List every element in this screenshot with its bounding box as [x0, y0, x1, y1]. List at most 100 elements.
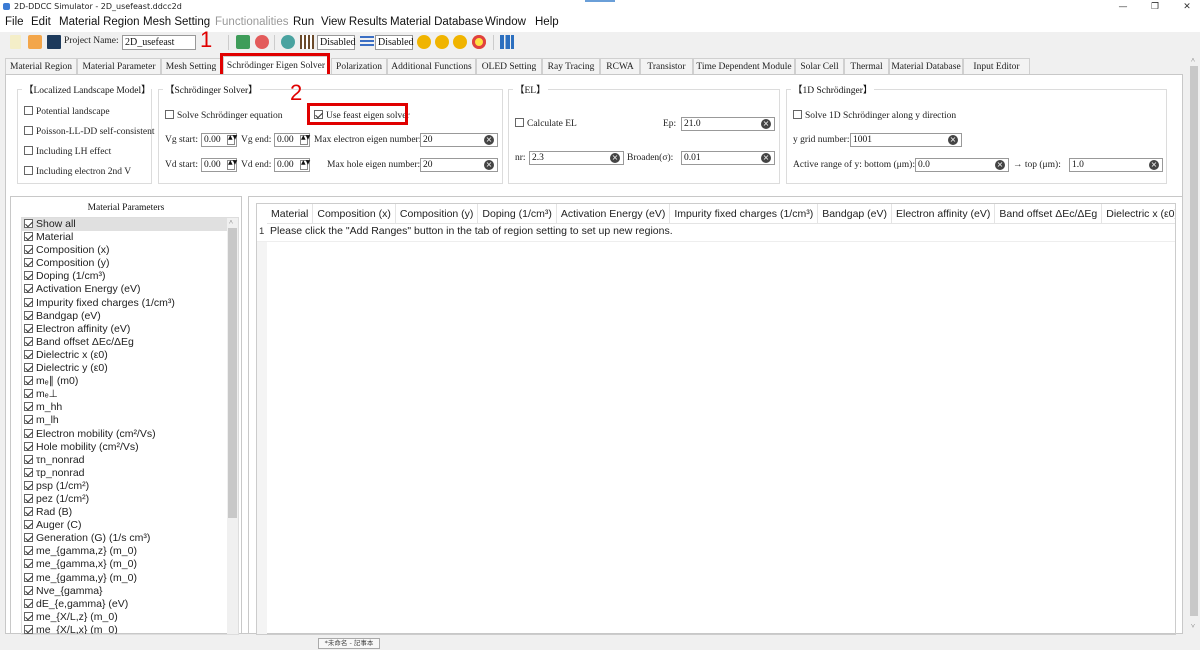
material-parameter-item[interactable]: Composition (y) — [22, 257, 238, 270]
column-header[interactable]: Bandgap (eV) — [818, 204, 892, 224]
dropdown-disabled-2[interactable]: Disabled — [375, 35, 414, 50]
checkbox-icon[interactable] — [165, 110, 174, 119]
column-header[interactable]: Electron affinity (eV) — [892, 204, 996, 224]
clear-icon[interactable]: × — [761, 119, 771, 129]
refresh-icon[interactable] — [255, 35, 269, 49]
checkbox-checked-icon[interactable] — [24, 441, 33, 451]
poisson-ll-dd-checkbox[interactable]: Poisson-LL-DD self-consistent — [24, 126, 154, 137]
menu-run[interactable]: Run — [293, 16, 314, 28]
scrollbar-thumb[interactable] — [228, 228, 237, 518]
material-parameter-item[interactable]: Generation (G) (1/s cm³) — [22, 532, 238, 545]
bottom-input[interactable]: 0.0 × — [915, 158, 1009, 172]
checkbox-checked-icon[interactable] — [24, 480, 33, 490]
checkbox-checked-icon[interactable] — [24, 624, 33, 634]
material-parameter-item[interactable]: Doping (1/cm³) — [22, 270, 238, 283]
checkbox-checked-icon[interactable] — [24, 428, 33, 438]
material-parameter-item[interactable]: Nve_{gamma} — [22, 585, 238, 598]
material-parameter-item[interactable]: Impurity fixed charges (1/cm³) — [22, 297, 238, 310]
column-header[interactable]: Composition (y) — [396, 204, 479, 224]
checkbox-checked-icon[interactable] — [24, 336, 33, 346]
menu-view-results[interactable]: View Results — [321, 16, 387, 28]
run-icon[interactable] — [417, 35, 431, 49]
material-parameter-item[interactable]: Electron affinity (eV) — [22, 323, 238, 336]
column-header[interactable]: Band offset ΔEc/ΔEg — [995, 204, 1103, 224]
checkbox-icon[interactable] — [24, 106, 33, 115]
material-parameter-item[interactable]: Auger (C) — [22, 519, 238, 532]
signal-chart-icon[interactable] — [500, 35, 514, 49]
material-parameter-item[interactable]: me_{gamma,x} (m_0) — [22, 558, 238, 571]
material-parameter-item[interactable]: τp_nonrad — [22, 467, 238, 480]
checkbox-checked-icon[interactable] — [24, 284, 33, 294]
checkbox-checked-icon[interactable] — [24, 415, 33, 425]
clear-icon[interactable]: × — [484, 160, 494, 170]
calculate-el-checkbox[interactable]: Calculate EL — [515, 118, 577, 129]
material-parameter-item[interactable]: me_{gamma,z} (m_0) — [22, 545, 238, 558]
vg-end-spinbox[interactable]: 0.00 ▲▼ — [274, 133, 310, 147]
material-parameter-item[interactable]: me_{X/L,z} (m_0) — [22, 611, 238, 624]
column-header[interactable]: Impurity fixed charges (1/cm³) — [670, 204, 819, 224]
checkbox-icon[interactable] — [24, 166, 33, 175]
checkbox-checked-icon[interactable] — [24, 611, 33, 621]
checkbox-checked-icon[interactable] — [24, 559, 33, 569]
checkbox-icon[interactable] — [793, 110, 802, 119]
column-header[interactable]: Composition (x) — [313, 204, 396, 224]
material-parameter-item[interactable]: Composition (x) — [22, 244, 238, 257]
checkbox-checked-icon[interactable] — [24, 402, 33, 412]
tab-input-editor[interactable]: Input Editor — [963, 58, 1030, 74]
max-hole-input[interactable]: 20 × — [420, 158, 498, 172]
vd-start-spinbox[interactable]: 0.00 ▲▼ — [201, 158, 237, 172]
run-batch-icon[interactable] — [453, 35, 467, 49]
spin-arrows-icon[interactable]: ▲▼ — [227, 160, 237, 170]
checkbox-checked-icon[interactable] — [24, 572, 33, 582]
clear-icon[interactable]: × — [948, 135, 958, 145]
spin-arrows-icon[interactable]: ▲▼ — [300, 160, 310, 170]
checkbox-checked-icon[interactable] — [24, 349, 33, 359]
tab-time-dependent-module[interactable]: Time Dependent Module — [693, 58, 795, 74]
tab-mesh-setting[interactable]: Mesh Setting — [161, 58, 221, 74]
clear-icon[interactable]: × — [484, 135, 494, 145]
tab-thermal[interactable]: Thermal — [844, 58, 889, 74]
open-folder-icon[interactable] — [28, 35, 42, 49]
clear-icon[interactable]: × — [995, 160, 1005, 170]
table-row[interactable]: Please click the "Add Ranges" button in … — [270, 225, 673, 237]
scroll-down-icon[interactable]: ˅ — [1191, 622, 1195, 630]
columns-icon[interactable] — [300, 35, 314, 49]
checkbox-checked-icon[interactable] — [24, 507, 33, 517]
tab-material-parameter[interactable]: Material Parameter — [77, 58, 161, 74]
material-parameters-list[interactable]: Show all Material Composition (x) Compositi… — [21, 217, 239, 635]
vg-start-spinbox[interactable]: 0.00 ▲▼ — [201, 133, 237, 147]
checkbox-checked-icon[interactable] — [24, 271, 33, 281]
material-parameter-item[interactable]: me_{gamma,y} (m_0) — [22, 572, 238, 585]
top-input[interactable]: 1.0 × — [1069, 158, 1163, 172]
material-parameter-item[interactable]: τn_nonrad — [22, 454, 238, 467]
material-parameter-item[interactable]: mₑ⊥ — [22, 388, 238, 401]
ep-input[interactable]: 21.0 × — [681, 117, 775, 131]
minimize-button[interactable]: — — [1110, 0, 1136, 14]
menu-functionalities[interactable]: Functionalities — [215, 16, 289, 28]
tab-ray-tracing[interactable]: Ray Tracing — [542, 58, 600, 74]
spin-arrows-icon[interactable]: ▲▼ — [300, 135, 310, 145]
checkbox-checked-icon[interactable] — [24, 258, 33, 268]
clear-icon[interactable]: × — [761, 153, 771, 163]
vd-end-spinbox[interactable]: 0.00 ▲▼ — [274, 158, 310, 172]
fast-forward-icon[interactable] — [435, 35, 449, 49]
tab-material-database[interactable]: Material Database — [889, 58, 963, 74]
material-parameter-item[interactable]: m_hh — [22, 401, 238, 414]
structure-icon[interactable] — [281, 35, 295, 49]
close-button[interactable]: ✕ — [1174, 0, 1200, 14]
max-electron-input[interactable]: 20 × — [420, 133, 498, 147]
tab-polarization[interactable]: Polarization — [331, 58, 387, 74]
taskbar-notepad-item[interactable]: *未命名 - 記事本 — [318, 638, 380, 649]
material-parameter-item[interactable]: Material — [22, 231, 238, 244]
clear-icon[interactable]: × — [610, 153, 620, 163]
list-icon[interactable] — [360, 36, 374, 48]
mesh-icon[interactable] — [236, 35, 250, 49]
material-parameter-item[interactable]: Dielectric y (ε0) — [22, 362, 238, 375]
tab-material-region[interactable]: Material Region — [5, 58, 77, 74]
checkbox-checked-icon[interactable] — [24, 219, 33, 228]
restore-button[interactable]: ❐ — [1142, 0, 1168, 14]
checkbox-checked-icon[interactable] — [24, 297, 33, 307]
material-parameter-item[interactable]: Bandgap (eV) — [22, 310, 238, 323]
checkbox-checked-icon[interactable] — [24, 467, 33, 477]
checkbox-checked-icon[interactable] — [24, 520, 33, 530]
